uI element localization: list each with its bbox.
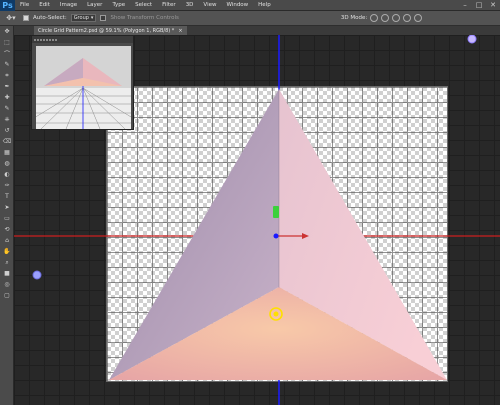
eraser-icon[interactable]: ⌫: [0, 136, 14, 147]
blur-icon[interactable]: ◍: [0, 158, 14, 169]
grip-icon: [34, 38, 57, 41]
light-guide-left: [32, 270, 42, 280]
pen-icon[interactable]: ✑: [0, 180, 14, 191]
type-icon[interactable]: T: [0, 191, 14, 202]
eyedropper-icon[interactable]: ✒: [0, 81, 14, 92]
quick-mask-icon[interactable]: ◎: [0, 279, 14, 290]
photoshop-logo: Ps: [0, 0, 15, 11]
auto-select-value: Group: [73, 15, 89, 21]
3d-roll-mode-icon[interactable]: [381, 14, 390, 22]
quick-select-icon[interactable]: ✎: [0, 59, 14, 70]
navigator-preview: [36, 46, 131, 129]
3d-rotate-icon[interactable]: ⟲: [0, 224, 14, 235]
minimize-button[interactable]: –: [458, 0, 472, 11]
show-transform-label: Show Transform Controls: [110, 15, 179, 21]
menu-help[interactable]: Help: [253, 2, 276, 8]
close-button[interactable]: ✕: [486, 0, 500, 11]
3d-camera-navigator[interactable]: [31, 35, 134, 130]
3d-pan-mode-icon[interactable]: [392, 14, 401, 22]
menu-layer[interactable]: Layer: [82, 2, 107, 8]
auto-select-label: Auto-Select:: [33, 15, 67, 21]
document-tab-title: Circle Grid Pattern2.psd @ 59.1% (Polygo…: [38, 27, 175, 34]
menu-file[interactable]: File: [15, 2, 34, 8]
gradient-icon[interactable]: ▦: [0, 147, 14, 158]
navigator-header[interactable]: [32, 36, 133, 43]
3d-slide-mode-icon[interactable]: [403, 14, 412, 22]
3d-rotate-mode-icon[interactable]: [370, 14, 379, 22]
menu-bar: Ps File Edit Image Layer Type Select Fil…: [0, 0, 500, 11]
auto-select-dropdown[interactable]: Group ▾: [70, 14, 97, 22]
chevron-down-icon: ▾: [90, 15, 94, 21]
dodge-icon[interactable]: ◐: [0, 169, 14, 180]
close-tab-icon[interactable]: ×: [178, 28, 182, 34]
shape-icon[interactable]: ▭: [0, 213, 14, 224]
move-tool-icon[interactable]: ✥▾: [3, 13, 19, 24]
auto-select-checkbox[interactable]: [23, 15, 29, 21]
crop-icon[interactable]: ⌗: [0, 70, 14, 81]
light-guide-top-right: [467, 35, 477, 44]
healing-icon[interactable]: ✚: [0, 92, 14, 103]
menu-select[interactable]: Select: [130, 2, 157, 8]
3d-scale-mode-icon[interactable]: [414, 14, 423, 22]
document-tab[interactable]: Circle Grid Pattern2.psd @ 59.1% (Polygo…: [34, 26, 187, 35]
zoom-icon[interactable]: ⌕: [0, 257, 14, 268]
maximize-button[interactable]: □: [472, 0, 486, 11]
show-transform-checkbox[interactable]: [100, 15, 107, 21]
color-swatch-icon[interactable]: ■: [0, 268, 14, 279]
options-bar: ✥▾ Auto-Select: Group ▾ Show Transform C…: [0, 11, 500, 26]
menu-3d[interactable]: 3D: [181, 2, 199, 8]
menu-image[interactable]: Image: [55, 2, 82, 8]
tools-panel: ✥ ⬚ ⌒ ✎ ⌗ ✒ ✚ ✎ ⎈ ↺ ⌫ ▦ ◍ ◐ ✑ T ➤ ▭ ⟲ ⌂ ✋ ⌕ ■ ◎ ▢: [0, 26, 14, 405]
menu-edit[interactable]: Edit: [34, 2, 55, 8]
move-icon[interactable]: ✥: [0, 26, 14, 37]
lasso-icon[interactable]: ⌒: [0, 48, 14, 59]
menu-filter[interactable]: Filter: [157, 2, 181, 8]
window-controls: – □ ✕: [458, 0, 500, 11]
path-select-icon[interactable]: ➤: [0, 202, 14, 213]
menu-window[interactable]: Window: [221, 2, 253, 8]
menu-view[interactable]: View: [198, 2, 221, 8]
brush-icon[interactable]: ✎: [0, 103, 14, 114]
history-brush-icon[interactable]: ↺: [0, 125, 14, 136]
hand-icon[interactable]: ✋: [0, 246, 14, 257]
document-tab-bar: Circle Grid Pattern2.psd @ 59.1% (Polygo…: [14, 26, 500, 35]
3d-mode-label: 3D Mode:: [340, 15, 368, 21]
3d-mode-group: 3D Mode:: [340, 14, 423, 22]
3d-camera-icon[interactable]: ⌂: [0, 235, 14, 246]
stamp-icon[interactable]: ⎈: [0, 114, 14, 125]
screen-mode-icon[interactable]: ▢: [0, 290, 14, 301]
menu-type[interactable]: Type: [107, 2, 130, 8]
marquee-icon[interactable]: ⬚: [0, 37, 14, 48]
